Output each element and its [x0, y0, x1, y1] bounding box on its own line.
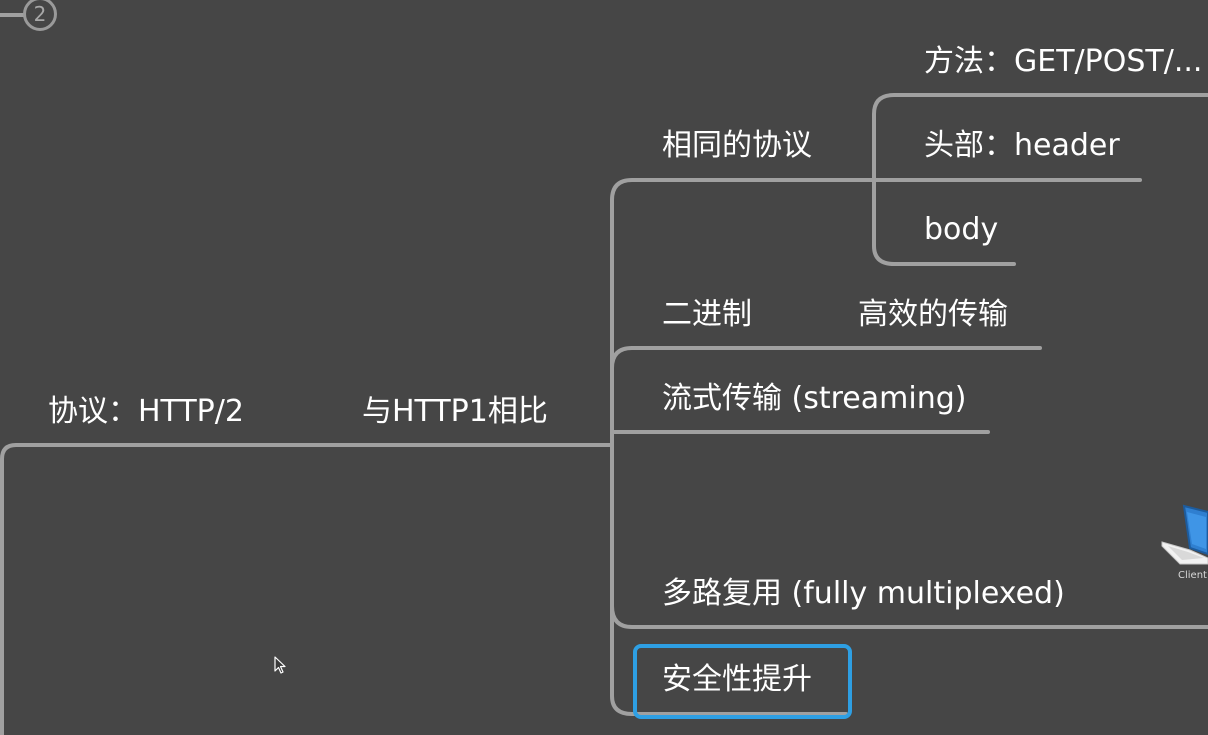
branch-multiplexed[interactable]: 多路复用 (fully multiplexed) [662, 576, 1065, 612]
mind-map-canvas: 2 协议：HTTP/2 与HTTP1相比 相同的协议 方法：GET/POST/.… [0, 0, 1208, 735]
branch-streaming[interactable]: 流式传输 (streaming) [662, 381, 966, 417]
connector-lines [0, 13, 1208, 735]
main-trunk [610, 178, 876, 202]
mouse-cursor-icon [274, 656, 286, 674]
client-label: Client [1178, 570, 1207, 581]
root-connector [0, 443, 614, 735]
binary-note[interactable]: 高效的传输 [858, 297, 1008, 333]
root-topic-label[interactable]: 协议：HTTP/2 [48, 394, 244, 430]
sub-branch-header[interactable]: 头部：header [924, 128, 1120, 164]
sub-branch-body[interactable]: body [924, 212, 998, 248]
sub-branch-method[interactable]: 方法：GET/POST/... [924, 44, 1202, 80]
branch-binary[interactable]: 二进制 [662, 297, 752, 333]
branch-security[interactable]: 安全性提升 [662, 662, 812, 698]
compare-label[interactable]: 与HTTP1相比 [362, 394, 548, 430]
main-trunk-vertical [610, 198, 848, 716]
binary-connector-curve [610, 346, 634, 370]
branch-same-protocol[interactable]: 相同的协议 [662, 128, 812, 164]
